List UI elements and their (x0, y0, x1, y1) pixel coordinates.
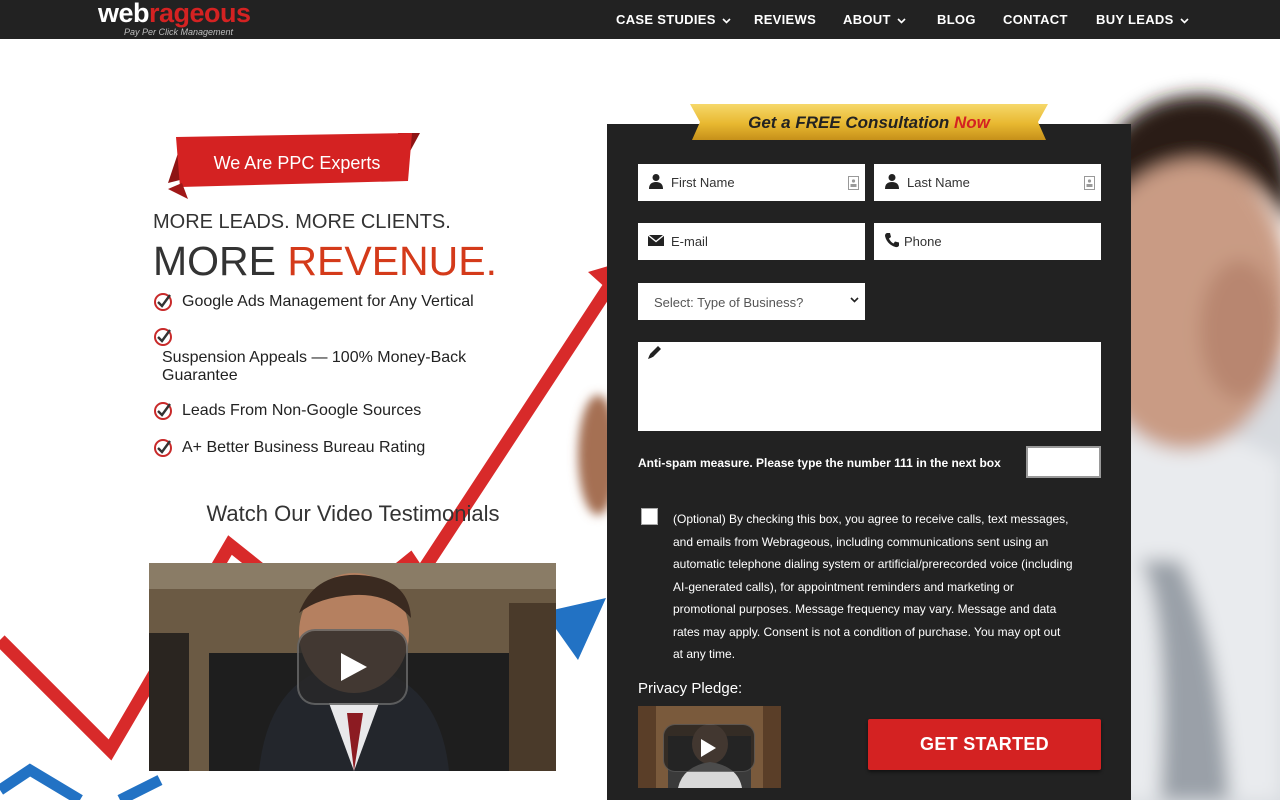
check-badge-icon (154, 439, 172, 457)
top-navbar: webrageous Pay Per Click Management CASE… (0, 0, 1280, 39)
consultation-banner-text: Get a FREE Consultation Now (748, 113, 990, 132)
nav-about[interactable]: ABOUT (843, 12, 906, 28)
contact-card-icon (848, 176, 859, 190)
antispam-label: Anti-spam measure. Please type the numbe… (638, 456, 1001, 470)
play-icon (341, 653, 367, 681)
privacy-pledge-label: Privacy Pledge: (638, 680, 743, 697)
logo-text-rageous: rageous (149, 0, 251, 28)
envelope-icon (648, 234, 664, 246)
nav-reviews[interactable]: REVIEWS (754, 12, 816, 28)
benefit-item: A+ Better Business Bureau Rating (153, 438, 493, 457)
first-name-field[interactable]: First Name (638, 164, 865, 201)
nav-contact[interactable]: CONTACT (1003, 12, 1068, 28)
webrageous-logo[interactable]: webrageous Pay Per Click Management (98, 0, 268, 40)
phone-icon (885, 233, 899, 248)
logo-text-web: web (98, 0, 150, 28)
headline-line-1: MORE LEADS. MORE CLIENTS. (153, 211, 451, 233)
chevron-down-icon (722, 17, 731, 24)
business-type-select[interactable]: Select: Type of Business? (638, 283, 865, 320)
testimonial-video[interactable] (149, 563, 556, 771)
benefit-item: Suspension Appeals — 100% Money-Back Gua… (153, 327, 493, 385)
contact-card-icon (1084, 176, 1095, 190)
message-textarea[interactable] (638, 342, 1101, 431)
video-testimonials-heading: Watch Our Video Testimonials (206, 501, 500, 526)
antispam-input[interactable] (1026, 446, 1101, 478)
privacy-pledge-video[interactable] (638, 706, 781, 788)
phone-field[interactable]: Phone (874, 223, 1101, 260)
person-icon (885, 174, 899, 189)
last-name-field[interactable]: Last Name (874, 164, 1101, 201)
ribbon-text: We Are PPC Experts (213, 153, 381, 173)
person-icon (649, 174, 663, 189)
check-badge-icon (154, 293, 172, 311)
chevron-down-icon (850, 297, 859, 303)
logo-tagline: Pay Per Click Management (124, 27, 234, 37)
headline-line-2: MORE REVENUE. (153, 238, 498, 284)
play-icon (701, 739, 716, 757)
get-started-button[interactable]: GET STARTED (868, 719, 1101, 770)
consent-checkbox[interactable] (641, 508, 658, 525)
headline-accent: REVENUE. (287, 238, 498, 284)
benefit-item: Google Ads Management for Any Vertical (153, 292, 493, 311)
chevron-down-icon (1180, 17, 1189, 24)
consent-text: (Optional) By checking this box, you agr… (673, 512, 1073, 661)
check-badge-icon (154, 402, 172, 420)
email-field[interactable]: E-mail (638, 223, 865, 260)
play-button[interactable] (663, 724, 755, 772)
check-badge-icon (154, 328, 172, 346)
nav-case-studies[interactable]: CASE STUDIES (616, 12, 731, 28)
benefit-item: Leads From Non-Google Sources (153, 401, 493, 420)
chevron-down-icon (897, 17, 906, 24)
pencil-icon (648, 346, 661, 359)
nav-blog[interactable]: BLOG (937, 12, 976, 28)
nav-buy-leads[interactable]: BUY LEADS (1096, 12, 1189, 28)
play-button[interactable] (297, 629, 408, 705)
